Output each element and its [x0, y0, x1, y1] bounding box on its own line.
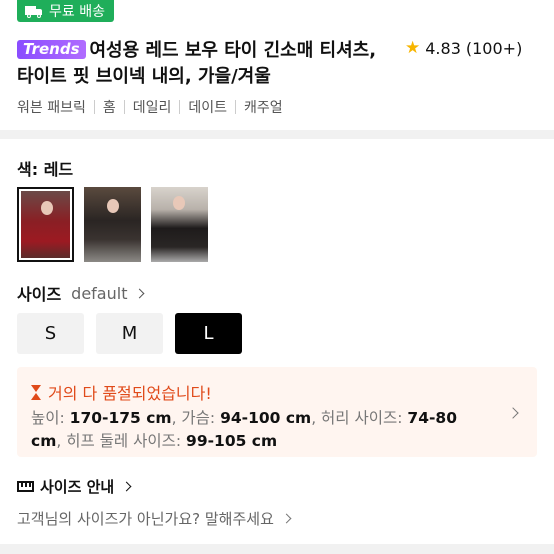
size-option-s[interactable]: S	[17, 313, 84, 354]
size-default: default	[71, 283, 128, 303]
tag-divider	[93, 100, 95, 114]
tag: 캐주얼	[244, 100, 283, 116]
stock-alert-text: 거의 다 품절되었습니다!	[48, 384, 212, 403]
ruler-icon	[17, 481, 34, 492]
size-guide-link[interactable]: 사이즈 안내	[17, 476, 132, 497]
free-shipping-label: 무료 배송	[49, 4, 105, 20]
color-swatch-dark[interactable]	[84, 187, 141, 262]
color-label: 색: 레드	[17, 160, 74, 179]
size-guide-label: 사이즈 안내	[40, 478, 115, 496]
review-count: (100+)	[465, 38, 523, 58]
chevron-right-icon	[281, 513, 292, 524]
stock-alert-title: 거의 다 품절되었습니다!	[31, 380, 212, 404]
waist-value: 74-80	[407, 409, 457, 427]
chest-label: , 가슴:	[171, 409, 221, 427]
trends-badge: Trends	[17, 40, 86, 59]
chevron-right-icon	[135, 288, 145, 298]
chest-value: 94-100 cm	[220, 409, 312, 427]
tag: 데이트	[188, 100, 228, 116]
rating-value: 4.83	[425, 38, 461, 58]
waist-label: , 허리 사이즈:	[311, 409, 408, 427]
tag: 데일리	[132, 100, 172, 116]
hip-value: 99-105 cm	[186, 432, 278, 450]
truck-icon	[25, 5, 43, 18]
section-divider	[0, 544, 554, 554]
rating[interactable]: ★ 4.83 (100+)	[405, 38, 522, 58]
size-measurements: 높이: 170-175 cm, 가슴: 94-100 cm, 허리 사이즈: 7…	[31, 407, 491, 453]
height-label: 높이:	[31, 409, 70, 427]
star-icon: ★	[405, 38, 421, 58]
chevron-right-icon	[507, 407, 519, 419]
product-title: Trends 여성용 레드 보우 타이 긴소매 티셔츠, 타이트 핏 브이넥 내의…	[17, 38, 387, 90]
size-feedback-label: 고객님의 사이즈가 아닌가요? 말해주세요	[17, 510, 274, 528]
hourglass-icon	[31, 384, 42, 400]
tag-divider	[235, 100, 237, 114]
product-tags: 워븐 패브릭 홈 데일리 데이트 캐주얼	[17, 97, 283, 117]
color-swatch-black[interactable]	[151, 187, 208, 262]
tag-divider	[179, 100, 181, 114]
size-option-l[interactable]: L	[175, 313, 242, 354]
size-header[interactable]: 사이즈 default	[17, 281, 145, 305]
height-value: 170-175 cm	[69, 409, 172, 427]
waist-unit: cm	[31, 432, 57, 450]
color-swatch-red[interactable]	[17, 187, 74, 262]
free-shipping-badge: 무료 배송	[17, 0, 114, 22]
size-option-m[interactable]: M	[96, 313, 163, 354]
size-feedback-link[interactable]: 고객님의 사이즈가 아닌가요? 말해주세요	[17, 508, 292, 529]
stock-alert[interactable]: 거의 다 품절되었습니다! 높이: 170-175 cm, 가슴: 94-100…	[17, 367, 537, 457]
size-label: 사이즈	[17, 285, 62, 304]
hip-label: , 히프 둘레 사이즈:	[56, 432, 187, 450]
tag-divider	[123, 100, 125, 114]
section-divider	[0, 130, 554, 139]
tag: 워븐 패브릭	[17, 100, 86, 116]
tag: 홈	[102, 100, 116, 116]
chevron-right-icon	[121, 481, 132, 492]
